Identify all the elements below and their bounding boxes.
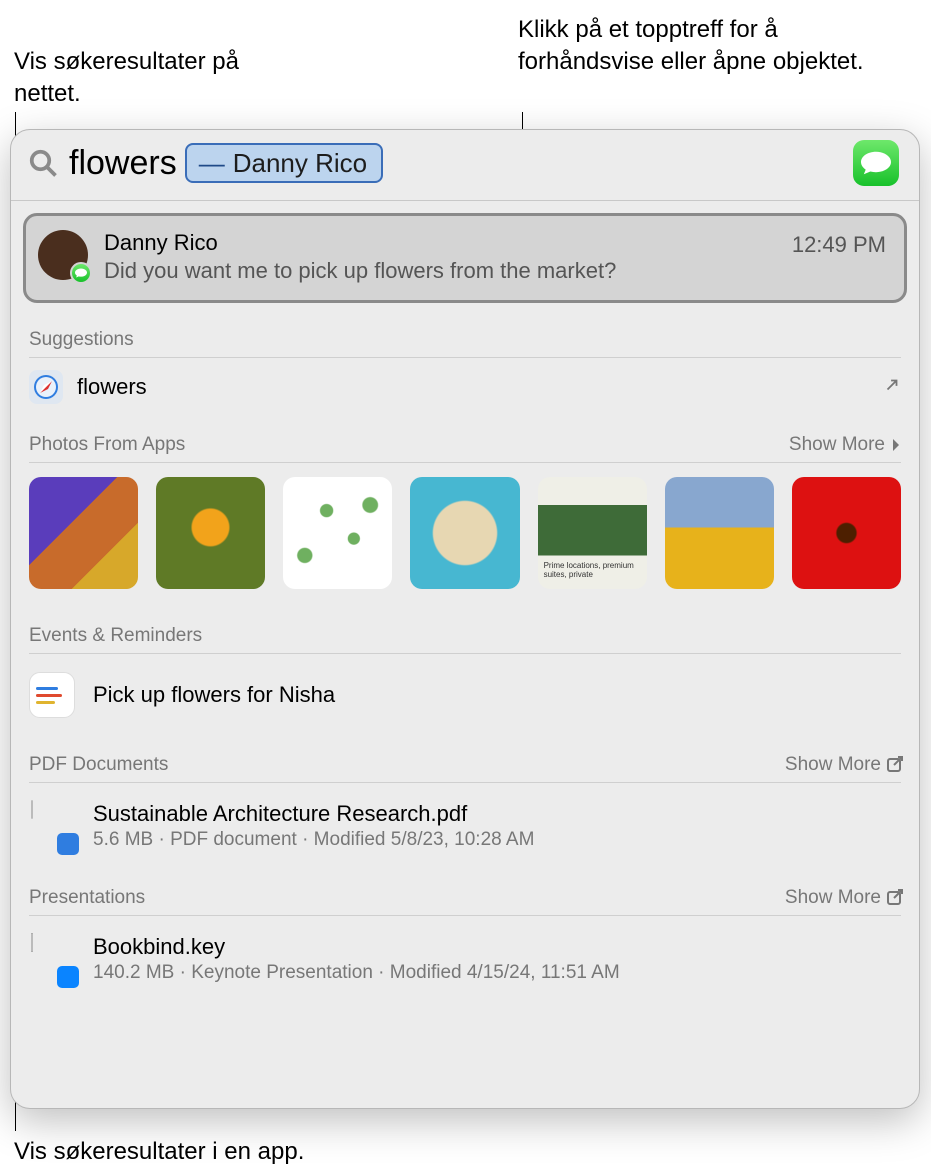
callout-app-results: Vis søkeresultater i en app. — [14, 1136, 414, 1168]
divider — [29, 357, 901, 358]
reminders-icon — [29, 672, 75, 718]
section-header-suggestions: Suggestions — [29, 329, 134, 351]
messages-app-icon[interactable] — [853, 140, 899, 186]
section-header-presentations: Presentations — [29, 887, 145, 909]
search-contact-token[interactable]: — Danny Rico — [185, 143, 383, 183]
search-icon — [17, 148, 69, 178]
safari-icon — [29, 370, 63, 404]
photo-thumbnail[interactable] — [410, 477, 519, 589]
search-bar[interactable]: flowers — Danny Rico — [11, 130, 919, 200]
keynote-document-icon — [29, 934, 75, 984]
pdf-meta: 5.6 MB · PDF document · Modified 5/8/23,… — [93, 829, 534, 851]
photo-thumbnail[interactable] — [283, 477, 392, 589]
top-hit-message: Did you want me to pick up flowers from … — [104, 258, 776, 284]
top-hit-name: Danny Rico — [104, 230, 776, 256]
divider — [29, 653, 901, 654]
callout-web-results: Vis søkeresultater på nettet. — [14, 46, 264, 110]
contact-avatar — [38, 230, 88, 280]
show-more-label: Show More — [785, 754, 881, 776]
pdf-title: Sustainable Architecture Research.pdf — [93, 801, 534, 827]
show-more-label: Show More — [785, 887, 881, 909]
divider — [29, 462, 901, 463]
photo-thumbnail[interactable] — [538, 477, 647, 589]
reminder-title: Pick up flowers for Nisha — [93, 682, 335, 708]
messages-badge-icon — [70, 262, 92, 284]
show-more-presentations[interactable]: Show More — [785, 887, 901, 909]
photo-thumbnail[interactable] — [156, 477, 265, 589]
open-external-icon — [883, 376, 901, 399]
top-hit-result[interactable]: Danny Rico Did you want me to pick up fl… — [23, 213, 907, 303]
photos-row — [25, 471, 905, 599]
show-more-pdf[interactable]: Show More — [785, 754, 901, 776]
show-more-photos[interactable]: Show More — [789, 434, 901, 456]
token-dash: — — [191, 148, 233, 179]
section-header-photos: Photos From Apps — [29, 434, 185, 456]
keynote-title: Bookbind.key — [93, 934, 620, 960]
open-in-app-icon — [887, 758, 901, 772]
open-in-app-icon — [887, 891, 901, 905]
web-suggestion-label: flowers — [77, 374, 869, 400]
search-query-text[interactable]: flowers — [69, 144, 185, 183]
photo-thumbnail[interactable] — [665, 477, 774, 589]
divider — [29, 782, 901, 783]
top-hit-time: 12:49 PM — [792, 230, 886, 258]
pdf-result-row[interactable]: Sustainable Architecture Research.pdf 5.… — [25, 791, 905, 861]
web-suggestion-row[interactable]: flowers — [25, 366, 905, 408]
photo-thumbnail[interactable] — [29, 477, 138, 589]
section-header-events: Events & Reminders — [29, 625, 202, 647]
section-header-pdf: PDF Documents — [29, 754, 168, 776]
divider — [29, 915, 901, 916]
show-more-label: Show More — [789, 434, 885, 456]
reminder-result-row[interactable]: Pick up flowers for Nisha — [25, 662, 905, 728]
token-name: Danny Rico — [233, 148, 367, 179]
callout-top-hit: Klikk på et topptreff for å forhåndsvise… — [518, 14, 878, 78]
keynote-meta: 140.2 MB · Keynote Presentation · Modifi… — [93, 962, 620, 984]
pdf-document-icon — [29, 801, 75, 851]
photo-thumbnail[interactable] — [792, 477, 901, 589]
spotlight-window: flowers — Danny Rico Danny Rico Did you … — [10, 129, 920, 1109]
keynote-result-row[interactable]: Bookbind.key 140.2 MB · Keynote Presenta… — [25, 924, 905, 994]
divider — [11, 200, 919, 201]
